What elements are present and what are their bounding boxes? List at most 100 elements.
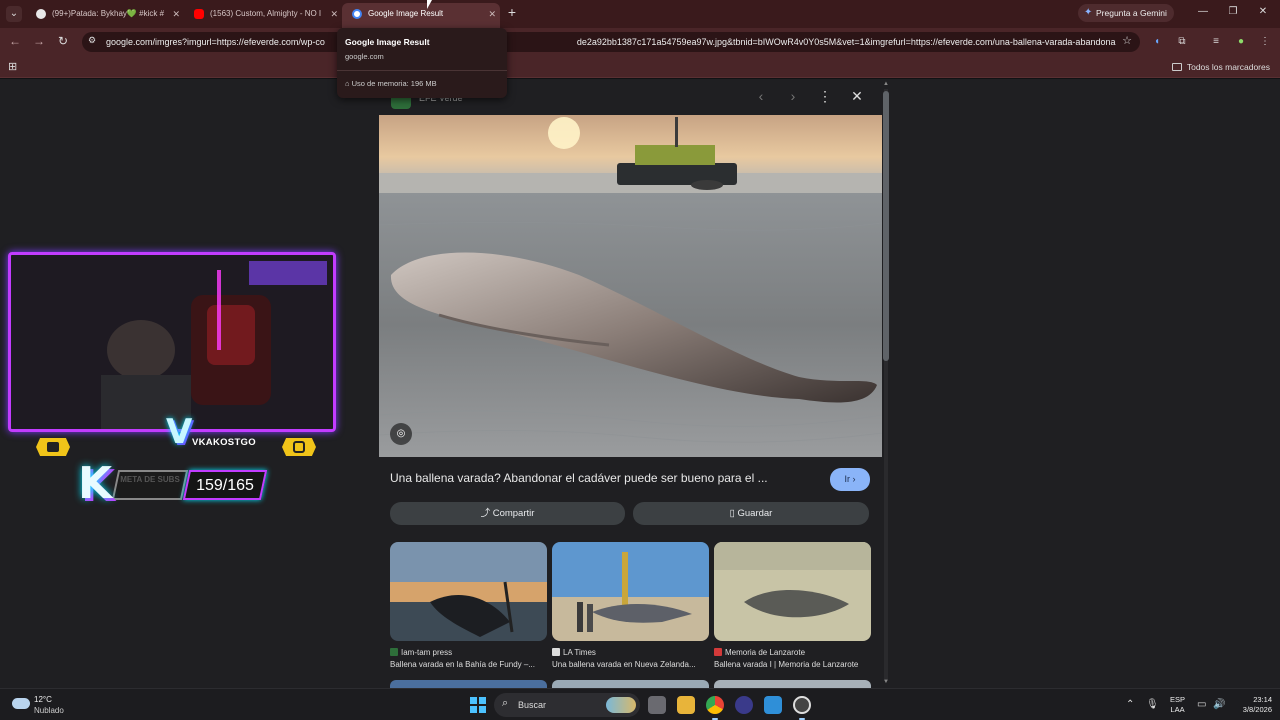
menu-dots-icon[interactable]: ⋮ (1258, 36, 1272, 47)
new-tab-button[interactable]: + (505, 4, 519, 20)
cloud-icon[interactable] (12, 698, 30, 709)
input-language[interactable]: ESP LAA (1170, 695, 1185, 715)
hovercard-domain: google.com (345, 52, 384, 61)
browser-tab-strip: ⌄ (99+)Patada: Bykhay💚 #kick # ✕ (1563) … (0, 0, 1280, 28)
tiktok-favicon-icon (36, 9, 46, 19)
sub-goal-label: META DE SUBS (120, 475, 180, 484)
weather-temperature[interactable]: 12°C (34, 695, 52, 704)
volume-icon[interactable]: 🔊 (1213, 699, 1225, 710)
memory-icon: ⌂ (345, 79, 352, 88)
related-title: Una ballena varada en Nueva Zelanda... (552, 660, 696, 669)
site-info-icon[interactable]: ⚙ (88, 35, 100, 49)
network-icon[interactable]: ▭ (1197, 699, 1206, 710)
bookmarks-bar: ⊞ Todos los marcadores (0, 56, 1280, 78)
address-bar[interactable]: ⚙ google.com/imgres?imgurl=https://efeve… (82, 32, 1140, 52)
search-highlight-image (606, 697, 636, 713)
windows-taskbar: 12°C Nublado ⌕ Buscar ⌃ 🎙 ESP LAA ▭ 🔊 23… (0, 688, 1280, 720)
divider (337, 70, 507, 71)
tab-close-icon[interactable]: ✕ (488, 3, 496, 25)
weather-description[interactable]: Nublado (34, 706, 64, 715)
more-options-icon[interactable]: ⋮ (817, 88, 833, 105)
media-controls-icon[interactable]: ≡ (1209, 36, 1223, 47)
obs-icon[interactable] (735, 696, 753, 714)
visit-button[interactable]: Ir › (830, 468, 870, 491)
reload-icon[interactable]: ↻ (56, 34, 70, 48)
all-bookmarks-button[interactable]: Todos los marcadores (1171, 56, 1270, 78)
related-image-card[interactable]: LA Times Una ballena varada en Nueva Zel… (552, 542, 709, 669)
related-image-card[interactable]: Iam-tam press Ballena varada en la Bahía… (390, 542, 547, 669)
tab-kick[interactable]: (99+)Patada: Bykhay💚 #kick # ✕ (26, 3, 184, 25)
main-image[interactable]: ◎ (379, 115, 882, 457)
task-view-icon[interactable] (648, 696, 666, 714)
apps-grid-icon[interactable]: ⊞ (8, 60, 17, 73)
file-explorer-icon[interactable] (677, 696, 695, 714)
share-label: Compartir (492, 508, 535, 519)
source-favicon-icon (552, 648, 560, 656)
ask-gemini-button[interactable]: ✦ Pregunta a Gemini (1078, 4, 1174, 22)
show-hidden-icons-icon[interactable]: ⌃ (1126, 699, 1134, 710)
minimize-icon[interactable]: — (1196, 6, 1210, 17)
related-image-thumbnail[interactable] (552, 542, 709, 641)
back-arrow-icon[interactable]: ← (8, 34, 22, 48)
extensions-icon[interactable]: ⧉ (1175, 36, 1189, 47)
related-source: Memoria de Lanzarote (714, 648, 871, 657)
webcam-overlay (8, 252, 336, 432)
viewer-scrollbar[interactable]: ▲ ▼ (882, 81, 890, 688)
audio-playing-icon[interactable]: ◖ (1150, 36, 1164, 47)
related-image-card[interactable]: Memoria de Lanzarote Ballena varada I | … (714, 542, 871, 669)
system-clock[interactable]: 23:14 3/8/2026 (1228, 695, 1272, 715)
image-viewer-panel: EFE Verde ‹ › ⋮ ✕ ◎ Una ballena varada? … (379, 79, 891, 688)
source-favicon-icon (390, 648, 398, 656)
stranded-whale-photo (379, 115, 882, 457)
google-lens-icon[interactable]: ◎ (390, 423, 412, 445)
tab-youtube[interactable]: (1563) Custom, Almighty - NO I ✕ (184, 3, 342, 25)
forward-arrow-icon[interactable]: → (32, 34, 46, 48)
chevron-right-icon: › (850, 474, 856, 484)
browser-toolbar: ← → ↻ ⚙ google.com/imgres?imgurl=https:/… (0, 28, 1280, 56)
tab-label: (99+)Patada: Bykhay💚 #kick # (52, 9, 165, 18)
related-image-thumbnail[interactable] (552, 680, 709, 688)
close-viewer-icon[interactable]: ✕ (849, 88, 865, 105)
facebook-app-icon[interactable] (764, 696, 782, 714)
save-label: Guardar (737, 508, 773, 519)
keyboard-layout: LAA (1170, 705, 1185, 714)
tab-close-icon[interactable]: ✕ (172, 3, 180, 25)
related-source-name: Iam-tam press (401, 648, 453, 657)
related-image-thumbnail[interactable] (714, 542, 871, 641)
scroll-up-icon[interactable]: ▲ (882, 81, 890, 87)
image-caption[interactable]: Una ballena varada? Abandonar el cadáver… (390, 471, 768, 485)
related-title: Ballena varada en la Bahía de Fundy –... (390, 660, 535, 669)
restore-icon[interactable]: ❐ (1226, 6, 1240, 17)
microphone-icon[interactable]: 🎙 (1146, 699, 1159, 710)
related-image-thumbnail[interactable] (390, 680, 547, 688)
chrome-icon[interactable] (706, 696, 724, 714)
share-button[interactable]: ⤴ Compartir (390, 502, 625, 525)
profile-avatar-icon[interactable]: ● (1234, 36, 1248, 47)
windows-start-icon[interactable] (470, 697, 486, 713)
save-button[interactable]: ▯ Guardar (633, 502, 869, 525)
search-icon: ⌕ (502, 697, 509, 709)
close-window-icon[interactable]: ✕ (1256, 6, 1270, 17)
bookmark-star-icon[interactable]: ☆ (1122, 34, 1132, 47)
related-image-thumbnail[interactable] (390, 542, 547, 641)
bookmark-icon: ▯ (729, 508, 738, 519)
next-image-icon[interactable]: › (785, 88, 801, 104)
previous-image-icon[interactable]: ‹ (753, 88, 769, 104)
url-text[interactable]: google.com/imgres?imgurl=https://efeverd… (106, 32, 1116, 52)
memory-usage-text: Uso de memoria: 196 MB (351, 79, 437, 88)
related-image-thumbnail[interactable] (714, 680, 871, 688)
tab-hover-card: Google Image Result google.com ⌂ Uso de … (337, 28, 507, 98)
app-with-notification-icon[interactable] (793, 696, 811, 714)
share-icon: ⤴ (480, 508, 493, 519)
whale-on-sand-photo (714, 542, 871, 641)
scroll-down-icon[interactable]: ▼ (882, 679, 890, 685)
youtube-icon (36, 438, 70, 456)
whale-sunset-photo (390, 542, 547, 641)
tab-search-button[interactable]: ⌄ (6, 6, 22, 22)
tab-google-image-result[interactable]: Google Image Result ✕ (342, 3, 500, 28)
tab-close-icon[interactable]: ✕ (330, 3, 338, 25)
related-source-name: Memoria de Lanzarote (725, 648, 806, 657)
taskbar-search[interactable]: ⌕ Buscar (494, 693, 640, 717)
source-favicon-icon (714, 648, 722, 656)
scroll-thumb[interactable] (883, 91, 889, 361)
